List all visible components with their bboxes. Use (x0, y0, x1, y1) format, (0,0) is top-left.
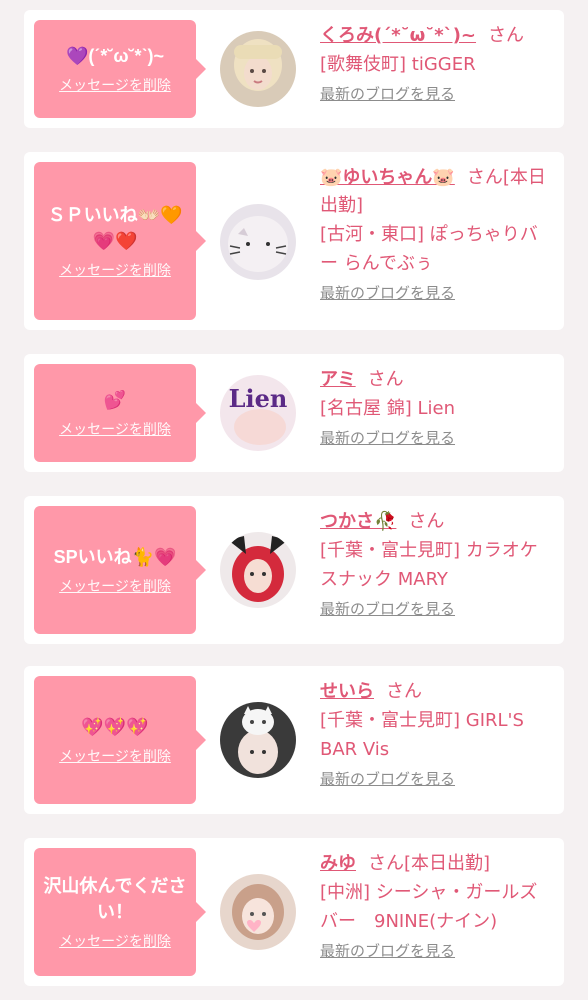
delete-message-link[interactable]: メッセージを削除 (59, 75, 171, 95)
message-card: 💜(ˊ*˘ω˘*ˋ)~ メッセージを削除 くろみ(ˊ*˘ω˘*ˋ)~ さん [歌舞… (24, 10, 564, 128)
cast-name-link[interactable]: みゆ (320, 853, 356, 874)
avatar[interactable] (220, 31, 296, 107)
honorific: さん (408, 511, 445, 532)
message-text: 沢山休んでください！ (43, 876, 187, 922)
name-line: くろみ(ˊ*˘ω˘*ˋ)~ さん (320, 22, 552, 50)
message-bubble: ＳＰいいね👐🏻🧡💗❤️ メッセージを削除 (34, 162, 206, 320)
message-text: 💕 (103, 390, 127, 410)
message-text: SPいいね🐈💗 (53, 547, 177, 567)
cast-name-link[interactable]: 🐷ゆいちゃん🐷 (320, 167, 455, 188)
avatar-photo (220, 31, 296, 107)
message-card: 💖💖💖 メッセージを削除 せいら さん [千葉・富士見町] GIRL'S BAR … (24, 666, 564, 814)
latest-blog-link[interactable]: 最新のブログを見る (320, 83, 455, 104)
name-line: せいら さん (320, 678, 552, 706)
entry-info: つかさ🥀 さん [千葉・富士見町] カラオケスナック MARY 最新のブログを見る (320, 508, 552, 619)
shop-label: [中洲] シーシャ・ガールズバー 9NINE(ナイン) (320, 882, 538, 932)
honorific: さん (367, 369, 404, 390)
shop-label: [名古屋 錦] Lien (320, 398, 455, 419)
delete-message-link[interactable]: メッセージを削除 (59, 419, 171, 439)
delete-message-link[interactable]: メッセージを削除 (59, 746, 171, 766)
honorific: さん[本日出勤] (368, 853, 491, 874)
entry-info: くろみ(ˊ*˘ω˘*ˋ)~ さん [歌舞伎町] tiGGER 最新のブログを見る (320, 22, 552, 104)
message-card: SPいいね🐈💗 メッセージを削除 つかさ🥀 さん [千葉・富士見町] カラオケスナ… (24, 496, 564, 644)
shop-label: [歌舞伎町] tiGGER (320, 54, 476, 75)
avatar-logo-text: Lien (229, 384, 288, 413)
message-bubble: 💜(ˊ*˘ω˘*ˋ)~ メッセージを削除 (34, 20, 206, 118)
avatar-photo (220, 874, 296, 950)
name-line: 🐷ゆいちゃん🐷 さん[本日出勤] (320, 164, 552, 220)
shop-label: [千葉・富士見町] GIRL'S BAR Vis (320, 710, 524, 760)
message-text: 💖💖💖 (81, 717, 149, 737)
entry-info: せいら さん [千葉・富士見町] GIRL'S BAR Vis 最新のブログを見る (320, 678, 552, 789)
message-card: 沢山休んでください！ メッセージを削除 みゆ さん[本日出勤] [中洲] シーシャ… (24, 838, 564, 986)
avatar-photo (220, 204, 296, 280)
honorific: さん (386, 681, 422, 702)
latest-blog-link[interactable]: 最新のブログを見る (320, 282, 455, 303)
avatar[interactable] (220, 702, 296, 778)
avatar[interactable] (220, 874, 296, 950)
message-feed: 💜(ˊ*˘ω˘*ˋ)~ メッセージを削除 くろみ(ˊ*˘ω˘*ˋ)~ さん [歌舞… (0, 0, 588, 1000)
cast-name-link[interactable]: アミ (320, 369, 356, 390)
entry-info: みゆ さん[本日出勤] [中洲] シーシャ・ガールズバー 9NINE(ナイン) 最… (320, 850, 552, 961)
shop-label: [千葉・富士見町] カラオケスナック MARY (320, 540, 538, 590)
latest-blog-link[interactable]: 最新のブログを見る (320, 768, 455, 789)
message-card: 💕 メッセージを削除 Lien アミ さん [名古屋 錦] Lien 最新のブログ… (24, 354, 564, 472)
message-bubble: SPいいね🐈💗 メッセージを削除 (34, 506, 206, 634)
message-card: ＳＰいいね👐🏻🧡💗❤️ メッセージを削除 🐷ゆいちゃん🐷 さん[本日出勤] [古河… (24, 152, 564, 330)
cast-name-link[interactable]: くろみ(ˊ*˘ω˘*ˋ)~ (320, 25, 476, 46)
entry-info: 🐷ゆいちゃん🐷 さん[本日出勤] [古河・東口] ぽっちゃりバー らんでぶぅ 最新… (320, 164, 552, 303)
message-bubble: 💖💖💖 メッセージを削除 (34, 676, 206, 804)
delete-message-link[interactable]: メッセージを削除 (59, 931, 171, 951)
honorific: さん (488, 25, 525, 46)
delete-message-link[interactable]: メッセージを削除 (59, 576, 171, 596)
name-line: みゆ さん[本日出勤] (320, 850, 552, 878)
message-text: 💜(ˊ*˘ω˘*ˋ)~ (65, 46, 165, 66)
message-text: ＳＰいいね👐🏻🧡💗❤️ (47, 205, 183, 251)
delete-message-link[interactable]: メッセージを削除 (59, 260, 171, 280)
avatar-photo (220, 702, 296, 778)
name-line: アミ さん (320, 366, 552, 394)
message-bubble: 沢山休んでください！ メッセージを削除 (34, 848, 206, 976)
avatar[interactable] (220, 204, 296, 280)
avatar-photo (220, 532, 296, 608)
latest-blog-link[interactable]: 最新のブログを見る (320, 598, 455, 619)
message-bubble: 💕 メッセージを削除 (34, 364, 206, 462)
entry-info: アミ さん [名古屋 錦] Lien 最新のブログを見る (320, 366, 552, 448)
avatar[interactable]: Lien (220, 375, 296, 451)
shop-label: [古河・東口] ぽっちゃりバー らんでぶぅ (320, 224, 538, 274)
latest-blog-link[interactable]: 最新のブログを見る (320, 940, 455, 961)
cast-name-link[interactable]: つかさ🥀 (320, 511, 396, 532)
cast-name-link[interactable]: せいら (320, 681, 374, 702)
avatar[interactable] (220, 532, 296, 608)
avatar-photo: Lien (220, 375, 296, 451)
latest-blog-link[interactable]: 最新のブログを見る (320, 427, 455, 448)
name-line: つかさ🥀 さん (320, 508, 552, 536)
